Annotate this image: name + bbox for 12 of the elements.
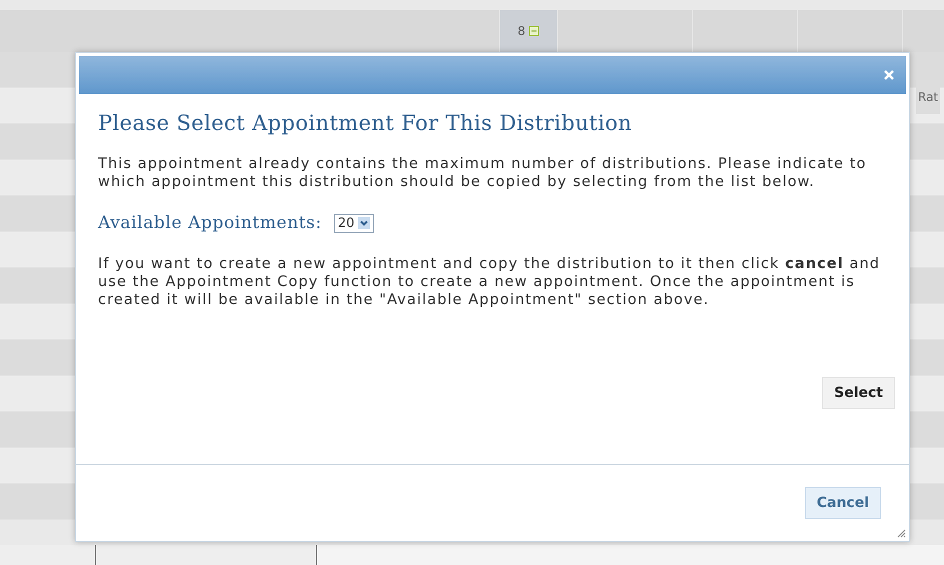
note-text: If you want to create a new appointment and copy the distribution to it then click cancel and use the Appointment Copy function to create a new appointment. Once the appointment is created it will be available in the "Available Appointment" section above.	[98, 255, 882, 309]
resize-grip-icon[interactable]	[896, 528, 906, 538]
dialog-title: Please Select Appointment For This Distribution	[98, 111, 633, 135]
close-icon[interactable]	[884, 70, 894, 80]
cancel-button[interactable]: Cancel	[804, 487, 881, 519]
collapse-icon[interactable]	[529, 26, 540, 36]
field-label: Available Appointments:	[98, 213, 322, 233]
count-text: 8	[518, 24, 526, 38]
intro-text: This appointment already contains the maximum number of distributions. Please indicate to which appointment this distribution should be copied by selecting from the list below.	[98, 155, 868, 191]
select-button[interactable]: Select	[822, 377, 895, 409]
appointment-dropdown[interactable]: 20	[334, 214, 374, 232]
dropdown-caret-icon	[358, 217, 370, 229]
